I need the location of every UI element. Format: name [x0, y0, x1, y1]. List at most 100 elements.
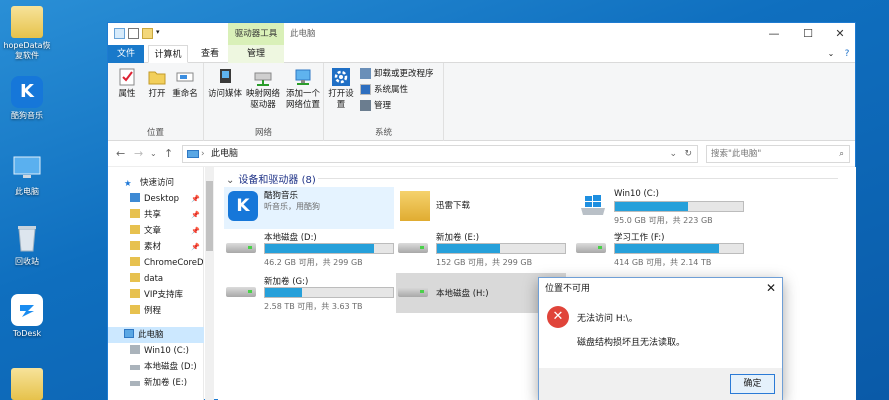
breadcrumb-separator-icon: ›	[201, 149, 205, 159]
item-drive-g[interactable]: 新加卷 (G:) 2.58 TB 可用，共 3.63 TB	[224, 273, 394, 315]
nav-label: 新加卷 (E:)	[144, 378, 188, 388]
help-icon[interactable]: ?	[840, 45, 854, 63]
nav-label: 文章	[144, 226, 162, 236]
rename-icon	[175, 67, 195, 87]
forward-arrow-icon[interactable]: →	[134, 147, 143, 160]
network-location-icon	[293, 67, 313, 87]
uninstall-programs-button[interactable]: 卸载或更改程序	[360, 67, 434, 79]
error-dialog: 位置不可用 ✕ ✕ 无法访问 H:\。 磁盘结构损坏且无法读取。 确定	[538, 277, 783, 400]
ribbon: 属性 打开 重命名 位置 访问媒体 映射网络驱动器 添加一个网络位置 网络 打开…	[108, 63, 855, 141]
item-drive-e[interactable]: 新加卷 (E:) 152 GB 可用，共 299 GB	[396, 229, 566, 271]
media-icon	[215, 67, 235, 87]
map-network-drive-button[interactable]: 映射网络驱动器	[244, 67, 282, 111]
system-group-name: 系统	[374, 128, 392, 138]
properties-qat-icon[interactable]	[128, 28, 139, 39]
computer-icon	[11, 152, 43, 184]
desktop-icon-recycle-bin[interactable]: 回收站	[2, 222, 52, 267]
tab-file[interactable]: 文件	[108, 45, 144, 63]
free-space: 46.2 GB 可用，共 299 GB	[264, 258, 363, 267]
window-icon	[114, 28, 125, 39]
nav-scrollbar[interactable]	[205, 167, 214, 400]
desktop-icon-label: hopeData恢复软件	[3, 41, 51, 60]
usage-bar	[614, 243, 744, 254]
nav-materials[interactable]: 素材 📌	[108, 239, 204, 255]
manage-icon	[360, 99, 371, 111]
pin-icon: 📌	[191, 243, 200, 251]
desktop-icon-recovery[interactable]: hopeData恢复软件	[2, 6, 52, 61]
nav-drive-e[interactable]: 新加卷 (E:)	[108, 375, 204, 391]
desktop-icon-todesk[interactable]: ToDesk	[2, 294, 52, 339]
back-arrow-icon[interactable]: ←	[116, 147, 125, 160]
nav-examples[interactable]: 例程	[108, 303, 204, 319]
usage-fill	[615, 244, 719, 253]
close-button[interactable]: ✕	[824, 23, 856, 45]
nav-this-pc[interactable]: 此电脑	[108, 327, 204, 343]
desktop-icon	[130, 193, 140, 202]
window-title: 此电脑	[290, 29, 316, 39]
desktop-icon-this-pc[interactable]: 此电脑	[2, 152, 52, 197]
ok-button[interactable]: 确定	[730, 374, 775, 394]
usage-fill	[265, 244, 374, 253]
manage-button[interactable]: 管理	[360, 99, 391, 111]
item-thunder[interactable]: 迅雷下载	[396, 187, 566, 229]
dialog-title: 位置不可用	[545, 284, 591, 294]
nav-chromecore[interactable]: ChromeCoreDo	[108, 255, 204, 271]
free-space: 414 GB 可用，共 2.14 TB	[614, 258, 712, 267]
system-properties-button[interactable]: 系统属性	[360, 83, 408, 95]
up-arrow-icon[interactable]: ↑	[164, 147, 173, 160]
folder-icon	[11, 6, 43, 38]
system-group: 打开设置 卸载或更改程序 系统属性 管理 系统	[324, 63, 444, 141]
address-bar-row: ← → ⌄ ↑ › 此电脑 ⌄ ↻ 搜索"此电脑" ⌕	[108, 141, 855, 167]
uninstall-label: 卸载或更改程序	[374, 69, 434, 79]
system-properties-icon	[360, 83, 371, 95]
search-input[interactable]: 搜索"此电脑" ⌕	[706, 145, 850, 163]
nav-drive-c[interactable]: Win10 (C:)	[108, 343, 204, 359]
properties-button[interactable]: 属性	[112, 67, 142, 100]
tab-computer[interactable]: 计算机	[148, 45, 188, 63]
section-header[interactable]: ⌄ 设备和驱动器 (8)	[226, 171, 316, 186]
nav-vip[interactable]: VIP支持库	[108, 287, 204, 303]
open-settings-button[interactable]: 打开设置	[326, 67, 356, 111]
refresh-icon[interactable]: ↻	[684, 146, 692, 162]
add-network-location-button[interactable]: 添加一个网络位置	[284, 67, 322, 111]
kugou-icon: K	[11, 76, 43, 108]
item-name: 学习工作 (F:)	[614, 233, 665, 243]
access-media-label: 访问媒体	[208, 89, 243, 99]
pin-icon: 📌	[191, 211, 200, 219]
navigation-pane: ★ 快速访问 Desktop 📌 共享 📌 文章 📌 素材 📌 ChromeCoreDo …	[108, 167, 204, 400]
nav-drive-d[interactable]: 本地磁盘 (D:)	[108, 359, 204, 375]
item-kugou[interactable]: K 酷狗音乐 听音乐，用酷狗	[224, 187, 394, 229]
minimize-button[interactable]: —	[758, 23, 790, 45]
chevron-down-icon[interactable]: ⌄	[824, 45, 838, 63]
properties-label: 属性	[118, 89, 136, 99]
nav-data[interactable]: data	[108, 271, 204, 287]
item-drive-c[interactable]: Win10 (C:) 95.0 GB 可用，共 223 GB	[574, 187, 744, 229]
item-drive-f[interactable]: 学习工作 (F:) 414 GB 可用，共 2.14 TB	[574, 229, 744, 271]
dialog-close-button[interactable]: ✕	[766, 281, 776, 295]
nav-share[interactable]: 共享 📌	[108, 207, 204, 223]
dropdown-chevron-icon[interactable]: ⌄	[669, 146, 677, 162]
dialog-message: 无法访问 H:\。	[577, 314, 638, 324]
access-media-button[interactable]: 访问媒体	[208, 67, 242, 100]
maximize-button[interactable]: ☐	[792, 23, 824, 45]
error-icon: ✕	[547, 306, 569, 328]
desktop-icon-file[interactable]	[2, 368, 52, 400]
scrollbar-thumb[interactable]	[206, 181, 213, 251]
folder-icon	[130, 305, 140, 314]
address-input[interactable]: › 此电脑 ⌄ ↻	[182, 145, 698, 163]
tab-view[interactable]: 查看	[192, 45, 228, 63]
item-drive-d[interactable]: 本地磁盘 (D:) 46.2 GB 可用，共 299 GB	[224, 229, 394, 271]
open-button[interactable]: 打开	[142, 67, 172, 100]
tab-manage[interactable]: 管理	[228, 45, 284, 63]
desktop-icon-kugou[interactable]: K 酷狗音乐	[2, 76, 52, 121]
nav-articles[interactable]: 文章 📌	[108, 223, 204, 239]
folder-icon	[11, 368, 43, 400]
nav-label: 本地磁盘 (D:)	[144, 362, 197, 372]
section-title: 设备和驱动器 (8)	[238, 175, 316, 186]
nav-desktop[interactable]: Desktop 📌	[108, 191, 204, 207]
nav-quick-access[interactable]: ★ 快速访问	[108, 175, 204, 191]
new-folder-qat-icon[interactable]	[142, 28, 153, 39]
recent-chevron-icon[interactable]: ⌄	[150, 149, 157, 158]
rename-button[interactable]: 重命名	[170, 67, 200, 100]
chevron-down-icon[interactable]: ▾	[156, 28, 167, 39]
